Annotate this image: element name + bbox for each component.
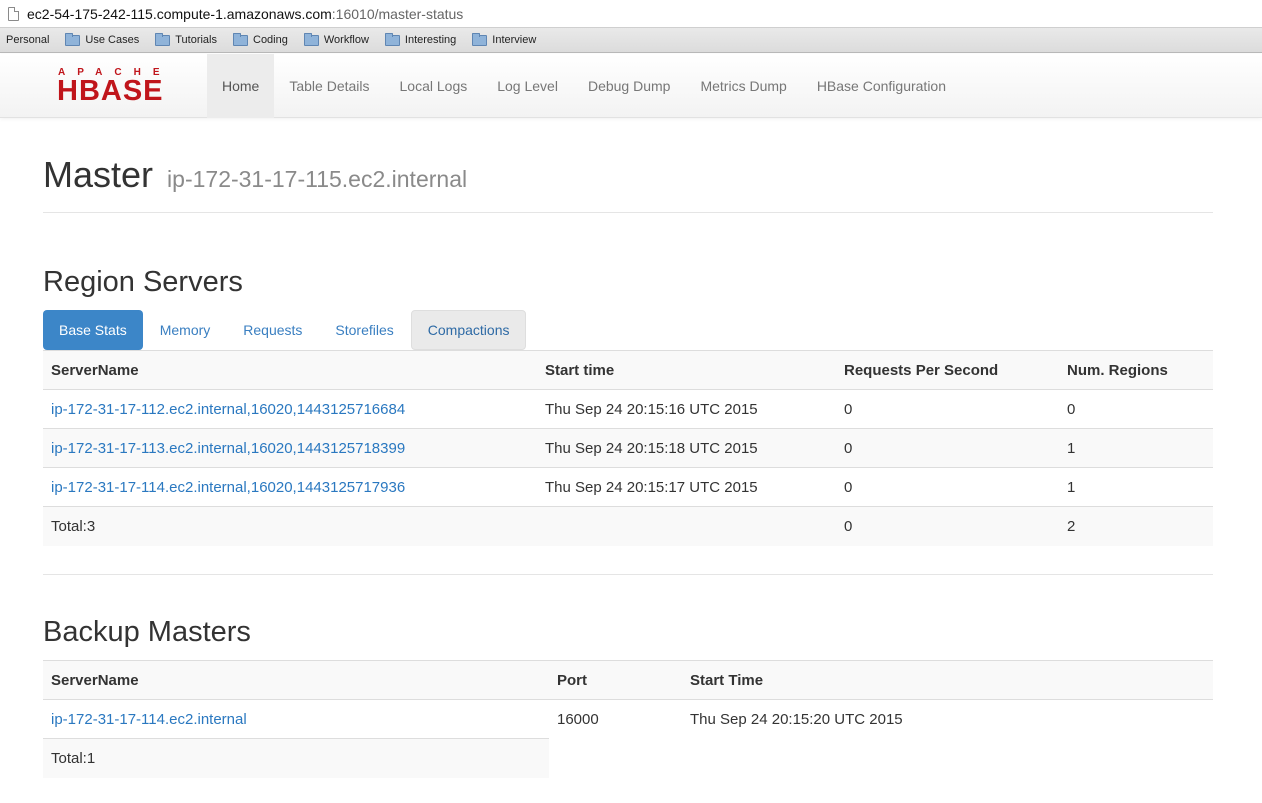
server-name-cell: ip-172-31-17-114.ec2.internal: [43, 699, 549, 739]
column-header[interactable]: Port: [549, 660, 682, 700]
backup-master-link[interactable]: ip-172-31-17-114.ec2.internal: [51, 711, 247, 728]
bookmark-folder-interesting[interactable]: Interesting: [384, 32, 457, 46]
url-host: ec2-54-175-242-115.compute-1.amazonaws.c…: [27, 5, 332, 22]
column-header[interactable]: Requests Per Second: [836, 350, 1059, 390]
url-path: :16010/master-status: [331, 5, 464, 22]
bookmark-label: Coding: [253, 34, 288, 46]
bookmarks-bar: Personal Use Cases Tutorials Coding Work…: [0, 28, 1262, 53]
port-cell: 16000: [549, 699, 682, 739]
folder-icon: [303, 32, 319, 46]
bookmark-label: Use Cases: [85, 34, 140, 46]
folder-icon: [384, 32, 400, 46]
bookmark-label: Interview: [492, 34, 537, 46]
bookmark-label: Workflow: [323, 34, 369, 46]
folder-icon: [233, 32, 248, 46]
start-time-cell: Thu Sep 24 20:15:18 UTC 2015: [537, 428, 836, 468]
region-servers-table: ServerName Start time Requests Per Secon…: [43, 350, 1213, 546]
table-total-row: Total:1: [43, 738, 1213, 778]
table-row: ip-172-31-17-112.ec2.internal,16020,1443…: [43, 389, 1213, 429]
tab-memory[interactable]: Memory: [144, 310, 227, 350]
nav-log-level[interactable]: Log Level: [482, 54, 573, 118]
table-row: ip-172-31-17-113.ec2.internal,16020,1443…: [43, 428, 1213, 468]
bookmark-label: Personal: [6, 34, 50, 46]
bookmark-folder-interview[interactable]: Interview: [472, 32, 537, 46]
regions-cell: 1: [1059, 467, 1213, 507]
table-header-row: ServerName Start time Requests Per Secon…: [43, 350, 1213, 390]
column-header[interactable]: Num. Regions: [1059, 350, 1213, 390]
page-title: Master ip-172-31-17-115.ec2.internal: [43, 154, 467, 196]
nav-metrics-dump[interactable]: Metrics Dump: [685, 54, 801, 118]
requests-cell: 0: [836, 428, 1059, 468]
tab-compactions[interactable]: Compactions: [410, 310, 527, 350]
nav-hbase-configuration[interactable]: HBase Configuration: [802, 54, 961, 118]
column-header[interactable]: Start Time: [682, 660, 1213, 700]
folder-icon: [155, 32, 171, 46]
table-row: ip-172-31-17-114.ec2.internal,16020,1443…: [43, 467, 1213, 507]
total-regions: 2: [1059, 506, 1213, 546]
start-time-cell: Thu Sep 24 20:15:16 UTC 2015: [537, 389, 836, 429]
total-label: Total:3: [43, 506, 537, 546]
master-hostname: ip-172-31-17-115.ec2.internal: [167, 166, 468, 192]
folder-icon: [65, 32, 81, 46]
total-empty: [549, 739, 682, 778]
total-requests: 0: [836, 506, 1059, 546]
requests-cell: 0: [836, 389, 1059, 429]
backup-masters-table: ServerName Port Start Time ip-172-31-17-…: [43, 660, 1213, 778]
nav-table-details[interactable]: Table Details: [274, 54, 384, 118]
server-link[interactable]: ip-172-31-17-112.ec2.internal,16020,1443…: [51, 401, 405, 418]
bookmark-folder-workflow[interactable]: Workflow: [303, 32, 369, 46]
server-name-cell: ip-172-31-17-114.ec2.internal,16020,1443…: [43, 467, 537, 507]
section-divider: [43, 574, 1213, 575]
nav-debug-dump[interactable]: Debug Dump: [573, 54, 686, 118]
total-empty: [537, 506, 836, 546]
tab-requests[interactable]: Requests: [227, 310, 318, 350]
requests-cell: 0: [836, 467, 1059, 507]
table-row: ip-172-31-17-114.ec2.internal 16000 Thu …: [43, 699, 1213, 739]
server-link[interactable]: ip-172-31-17-113.ec2.internal,16020,1443…: [51, 440, 405, 457]
bookmark-personal[interactable]: Personal: [6, 34, 49, 46]
bookmark-folder-use-cases[interactable]: Use Cases: [65, 32, 140, 46]
regions-cell: 1: [1059, 428, 1213, 468]
column-header[interactable]: ServerName: [43, 350, 537, 390]
table-total-row: Total:3 0 2: [43, 506, 1213, 546]
folder-icon: [472, 32, 488, 46]
bookmark-label: Tutorials: [175, 34, 217, 46]
column-header[interactable]: Start time: [537, 350, 836, 390]
page-title-text: Master: [43, 154, 154, 195]
top-navbar: APACHE HBASE Home Table Details Local Lo…: [0, 54, 1262, 118]
apache-hbase-logo[interactable]: APACHE HBASE: [57, 68, 195, 107]
start-time-cell: Thu Sep 24 20:15:17 UTC 2015: [537, 467, 836, 507]
bookmark-folder-tutorials[interactable]: Tutorials: [155, 32, 217, 46]
nav-local-logs[interactable]: Local Logs: [385, 54, 483, 118]
total-label: Total:1: [43, 738, 549, 778]
tab-storefiles[interactable]: Storefiles: [319, 310, 409, 350]
logo-hbase-text: HBASE: [57, 75, 164, 107]
column-header[interactable]: ServerName: [43, 660, 549, 700]
backup-masters-heading: Backup Masters: [43, 616, 251, 648]
table-header-row: ServerName Port Start Time: [43, 660, 1213, 700]
server-name-cell: ip-172-31-17-113.ec2.internal,16020,1443…: [43, 428, 537, 468]
url-text[interactable]: ec2-54-175-242-115.compute-1.amazonaws.c…: [27, 6, 463, 22]
region-servers-tabs: Base Stats Memory Requests Storefiles Co…: [43, 310, 527, 350]
nav-home[interactable]: Home: [207, 54, 275, 118]
regions-cell: 0: [1059, 389, 1213, 429]
address-bar[interactable]: ec2-54-175-242-115.compute-1.amazonaws.c…: [0, 0, 1262, 28]
total-empty: [682, 739, 1213, 778]
tab-base-stats[interactable]: Base Stats: [43, 310, 143, 350]
start-time-cell: Thu Sep 24 20:15:20 UTC 2015: [682, 699, 1213, 739]
page-header: Master ip-172-31-17-115.ec2.internal: [43, 118, 1213, 213]
main-content: Master ip-172-31-17-115.ec2.internal: [43, 118, 1213, 213]
page-icon: [8, 6, 19, 21]
server-link[interactable]: ip-172-31-17-114.ec2.internal,16020,1443…: [51, 479, 405, 496]
bookmark-folder-coding[interactable]: Coding: [233, 32, 288, 46]
bookmark-label: Interesting: [404, 34, 457, 46]
main-nav: Home Table Details Local Logs Log Level …: [207, 54, 961, 118]
region-servers-heading: Region Servers: [43, 266, 243, 298]
server-name-cell: ip-172-31-17-112.ec2.internal,16020,1443…: [43, 389, 537, 429]
